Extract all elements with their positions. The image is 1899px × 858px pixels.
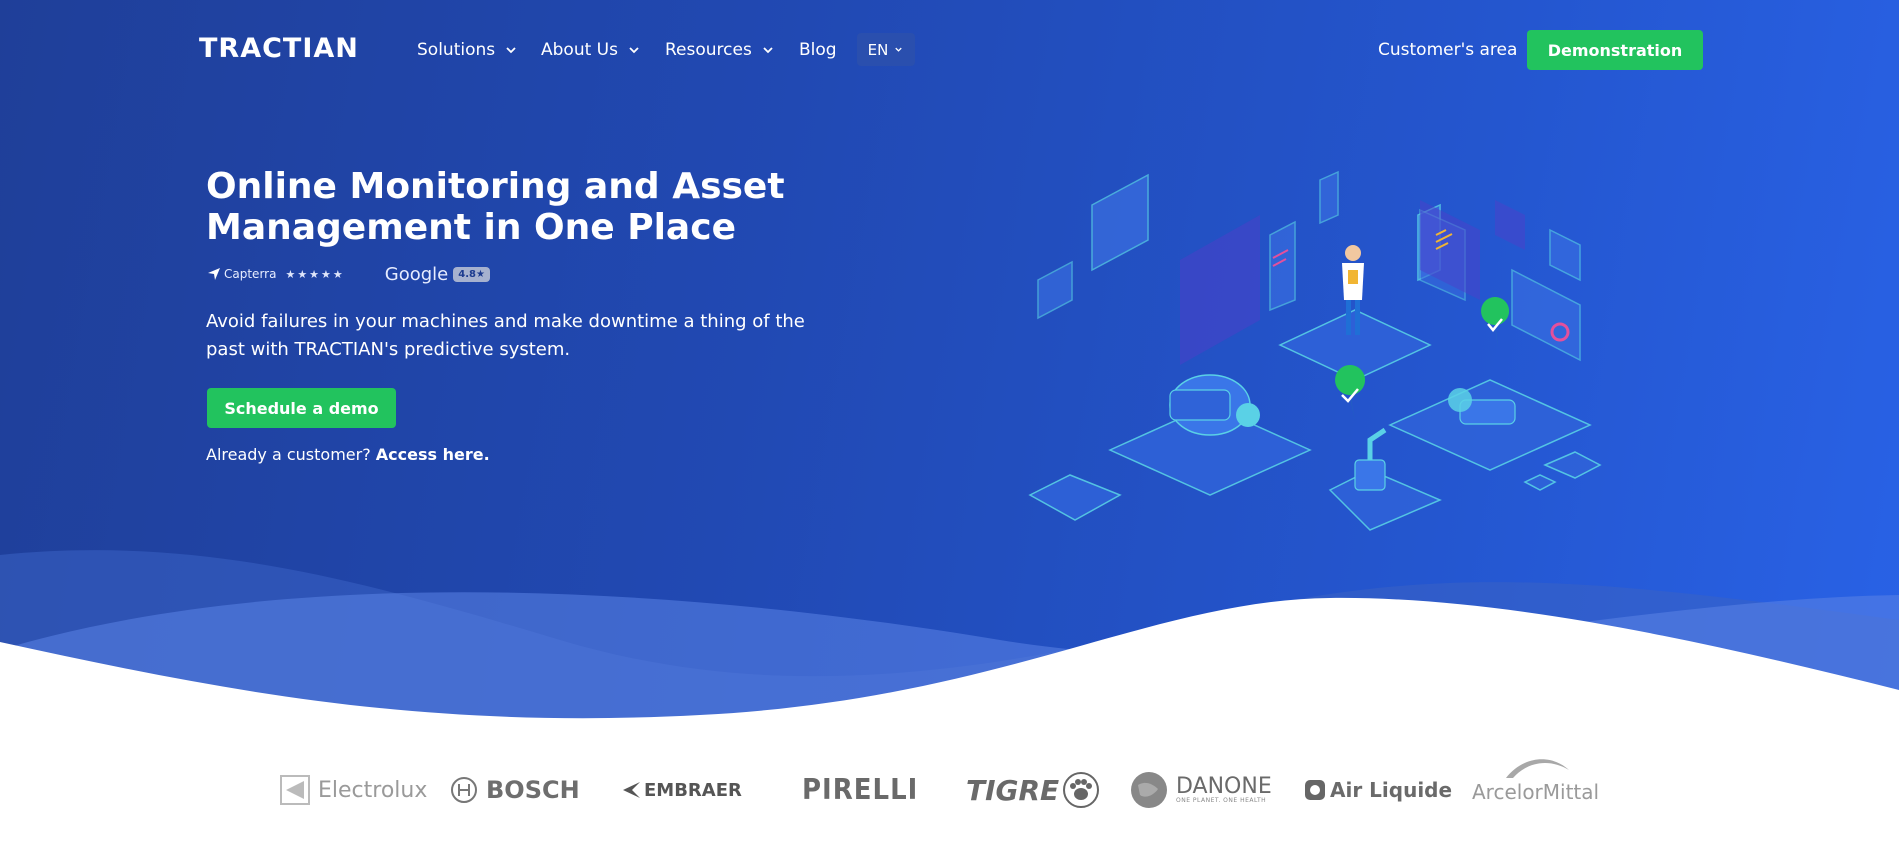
already-customer-text: Already a customer? [206,445,371,464]
nav-blog[interactable]: Blog [799,38,837,62]
logo-arcelormittal-text: ArcelorMittal [1472,780,1600,804]
customer-area-link[interactable]: Customer's area [1378,38,1517,62]
google-score-badge: 4.8★ [453,266,490,282]
logo-danone-text: DANONE [1176,774,1272,799]
logo-tigre-text: TIGRE [966,773,1060,807]
logo-bosch: BOSCH [450,770,580,810]
top-navigation: TRACTIAN Solutions About Us Resources Bl… [0,0,1899,100]
capterra-icon [208,268,220,280]
globe-icon [1131,772,1167,808]
hero-title: Online Monitoring and Asset Management i… [206,166,785,248]
already-customer-line: Already a customer? Access here. [206,443,490,467]
capterra-rating: Capterra ★★★★★ [207,267,345,281]
tractian-logo[interactable]: TRACTIAN [199,34,359,64]
check-bubble-icon [1481,297,1510,348]
client-logos: Electrolux BOSCH EMBRAER PIRELLI TIGRE D… [0,759,1899,820]
iot-monitoring-illustration [1028,170,1602,531]
air-liquide-icon [1305,780,1325,800]
motor-icon [1169,374,1260,436]
hero-section: TRACTIAN Solutions About Us Resources Bl… [0,0,1899,730]
capterra-label: Capterra [224,267,277,281]
logo-bosch-text: BOSCH [486,776,580,804]
logo-electrolux-text: Electrolux [318,777,428,803]
logo-embraer-text: EMBRAER [644,779,742,801]
google-rating: Google 4.8★ [385,264,490,285]
hero-subtitle: Avoid failures in your machines and make… [206,311,805,360]
logo-danone-tagline: ONE PLANET. ONE HEALTH [1176,797,1267,804]
logo-electrolux: Electrolux [280,770,427,810]
nav-solutions-label: Solutions [417,40,496,60]
ratings-row: Capterra ★★★★★ Google 4.8★ [207,262,490,286]
paw-icon [1063,772,1100,808]
nav-about-us[interactable]: About Us [541,38,642,62]
swoosh-icon [1505,759,1569,778]
check-bubble-icon [1335,365,1366,422]
logo-arcelormittal: ArcelorMittal [1472,752,1599,822]
electrolux-icon [280,775,310,805]
embraer-icon [623,782,640,798]
access-here-link[interactable]: Access here. [376,445,490,464]
capterra-stars: ★★★★★ [285,267,345,281]
logo-tigre: TIGRE [966,770,1100,810]
logo-air-liquide-text: Air Liquide [1330,778,1453,802]
nav-resources-label: Resources [665,40,752,60]
language-selector[interactable]: EN [857,33,915,66]
chevron-down-icon [629,47,639,54]
logo-air-liquide: Air Liquide [1304,770,1452,810]
logo-danone: DANONE ONE PLANET. ONE HEALTH [1130,770,1272,810]
chevron-down-icon [763,47,773,54]
demonstration-button[interactable]: Demonstration [1527,30,1703,70]
google-label: Google [384,263,449,285]
chevron-down-icon [506,47,516,54]
bosch-icon [451,777,477,803]
nav-blog-label: Blog [799,40,837,60]
nav-resources[interactable]: Resources [665,38,776,62]
logo-pirelli-text: PIRELLI [802,773,919,807]
nav-solutions[interactable]: Solutions [417,38,519,62]
chevron-down-icon [895,47,903,52]
schedule-demo-button[interactable]: Schedule a demo [207,388,396,428]
language-label: EN [867,40,889,59]
logo-embraer: EMBRAER [620,770,742,810]
nav-about-us-label: About Us [541,40,618,60]
logo-pirelli: PIRELLI [802,770,918,810]
